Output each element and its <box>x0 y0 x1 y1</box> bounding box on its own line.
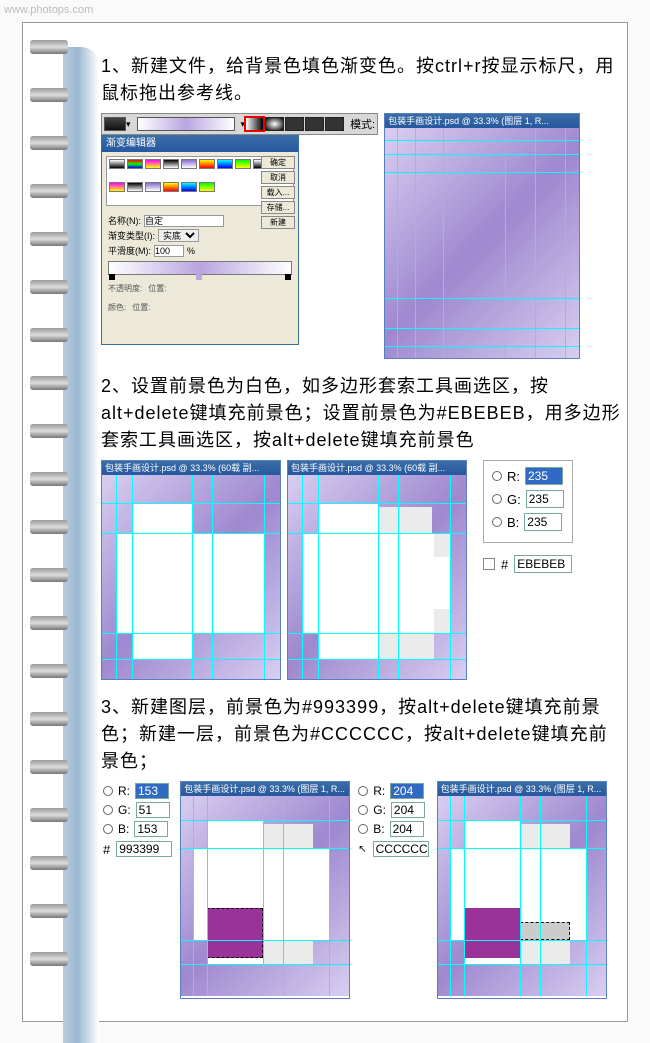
opacity-stop-label: 不透明度: <box>108 283 142 294</box>
r-input[interactable] <box>135 783 169 799</box>
hex-symbol: # <box>103 842 110 857</box>
content-area: 1、新建文件，给背景色填色渐变色。按ctrl+r按显示标尺，用鼠标拖出参考线。 … <box>101 53 621 1013</box>
hex-input[interactable] <box>116 841 172 857</box>
ps-canvas-window-1: 包装手画设计.psd @ 33.3% (图层 1, R... <box>384 113 580 359</box>
ok-button[interactable]: 确定 <box>261 156 295 169</box>
g-label: G: <box>118 803 131 817</box>
hex-input[interactable] <box>514 555 572 573</box>
radio-r[interactable] <box>103 786 113 796</box>
radio-b[interactable] <box>492 517 502 527</box>
g-label: G: <box>373 803 386 817</box>
ps-canvas-window-2a: 包装手画设计.psd @ 33.3% (60载 副... <box>101 460 281 680</box>
step2-assets: 包装手画设计.psd @ 33.3% (60载 副... 包装手画设计.psd … <box>101 460 621 680</box>
new-button[interactable]: 新建 <box>261 216 295 229</box>
ps-canvas-2a <box>102 475 280 679</box>
radio-r[interactable] <box>358 786 368 796</box>
r-label: R: <box>373 784 385 798</box>
r-label: R: <box>118 784 130 798</box>
tutorial-page: 1、新建文件，给背景色填色渐变色。按ctrl+r按显示标尺，用鼠标拖出参考线。 … <box>22 22 628 1022</box>
radio-g[interactable] <box>492 494 502 504</box>
gradient-editor-dialog: 渐变编辑器 确定 取消 载入... 存储... 新建 <box>101 135 299 345</box>
hex-input[interactable] <box>373 841 429 857</box>
linear-gradient-button[interactable] <box>245 117 264 131</box>
gradient-type-buttons <box>245 117 344 131</box>
radio-r[interactable] <box>492 471 502 481</box>
b-label: B: <box>373 822 384 836</box>
hex-symbol: # <box>501 557 508 572</box>
g-input[interactable] <box>136 802 170 818</box>
ps-window-titlebar: 包装手画设计.psd @ 33.3% (图层 1, R... <box>385 114 579 128</box>
type-label: 渐变类型(I): <box>108 229 155 242</box>
b-input[interactable] <box>524 513 562 531</box>
ps-canvas-window-3b: 包装手画设计.psd @ 33.3% (图层 1, R... <box>437 781 607 999</box>
g-input[interactable] <box>391 802 425 818</box>
watermark-url: www.photops.com <box>4 4 93 16</box>
radio-g[interactable] <box>358 805 368 815</box>
smooth-label: 平滑度(M): <box>108 244 151 257</box>
ps-canvas-window-3a: 包装手画设计.psd @ 33.3% (图层 1, R... <box>180 781 350 999</box>
mode-label: 模式: <box>350 116 375 132</box>
step3-assets: R: G: B: # 包装手画设计.psd @ 33.3% (图层 1, R..… <box>101 781 621 999</box>
name-input[interactable] <box>144 215 224 227</box>
step2-text: 2、设置前景色为白色，如多边形套索工具画选区，按alt+delete键填充前景色… <box>101 373 621 454</box>
ps-canvas-window-2b: 包装手画设计.psd @ 33.3% (60载 副... <box>287 460 467 680</box>
gradient-preview[interactable] <box>137 117 235 131</box>
rgb-values-panel-ebebeb: R: G: B: <box>483 460 573 543</box>
position-stop-label2: 位置: <box>132 302 150 313</box>
ps-window-titlebar: 包装手画设计.psd @ 33.3% (60载 副... <box>288 461 466 475</box>
ps-canvas-2b <box>288 475 466 679</box>
color-stop-label: 颜色: <box>108 302 126 313</box>
gradient-dropdown[interactable] <box>104 117 126 131</box>
gradient-options-bar: ▾ ▾ 模式: <box>101 113 378 135</box>
ps-window-titlebar: 包装手画设计.psd @ 33.3% (图层 1, R... <box>181 782 349 796</box>
ps-canvas-3a <box>181 796 349 996</box>
b-label: B: <box>507 515 519 530</box>
ps-window-titlebar: 包装手画设计.psd @ 33.3% (图层 1, R... <box>438 782 606 796</box>
save-button[interactable]: 存储... <box>261 201 295 214</box>
position-stop-label: 位置: <box>148 283 166 294</box>
ps-canvas-1 <box>385 128 579 358</box>
ps-canvas-3b <box>438 796 606 996</box>
g-input[interactable] <box>526 490 564 508</box>
eyedropper-icon: ↖ <box>358 844 366 855</box>
smooth-input[interactable] <box>154 245 184 257</box>
b-input[interactable] <box>390 821 424 837</box>
radio-b[interactable] <box>358 824 368 834</box>
rgb-values-panel-cccccc: R: G: B: ↖ <box>356 781 430 859</box>
type-select[interactable]: 实底 <box>158 229 199 242</box>
gradient-ramp[interactable] <box>108 261 292 275</box>
b-label: B: <box>118 822 129 836</box>
step1-assets: ▾ ▾ 模式: 渐变编辑器 <box>101 113 621 359</box>
step3-text: 3、新建图层，前景色为#993399，按alt+delete键填充前景色；新建一… <box>101 694 621 775</box>
rgb-values-panel-993399: R: G: B: # <box>101 781 174 859</box>
angle-gradient-button[interactable] <box>285 117 304 131</box>
dialog-titlebar: 渐变编辑器 <box>102 136 298 152</box>
name-label: 名称(N): <box>108 214 141 227</box>
r-input[interactable] <box>390 783 424 799</box>
r-input[interactable] <box>525 467 563 485</box>
r-label: R: <box>507 469 520 484</box>
g-label: G: <box>507 492 521 507</box>
hex-swatch-icon <box>483 558 495 570</box>
reflected-gradient-button[interactable] <box>305 117 324 131</box>
radio-b[interactable] <box>103 824 113 834</box>
notebook-rings <box>30 40 70 1000</box>
load-button[interactable]: 载入... <box>261 186 295 199</box>
cancel-button[interactable]: 取消 <box>261 171 295 184</box>
percent-label: % <box>187 246 195 256</box>
step1-text: 1、新建文件，给背景色填色渐变色。按ctrl+r按显示标尺，用鼠标拖出参考线。 <box>101 53 621 107</box>
radio-g[interactable] <box>103 805 113 815</box>
b-input[interactable] <box>134 821 168 837</box>
ps-window-titlebar: 包装手画设计.psd @ 33.3% (60载 副... <box>102 461 280 475</box>
radial-gradient-button[interactable] <box>265 117 284 131</box>
diamond-gradient-button[interactable] <box>325 117 344 131</box>
